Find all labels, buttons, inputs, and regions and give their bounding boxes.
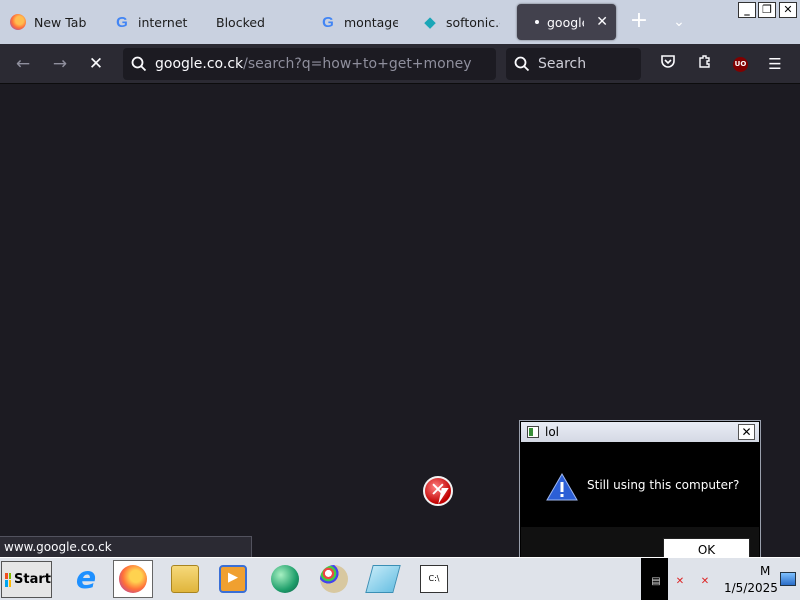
taskbar-firefox[interactable] (113, 560, 153, 598)
firefox-icon (119, 565, 147, 593)
warning-icon (546, 473, 578, 501)
paint-icon (320, 565, 348, 593)
new-tab-button[interactable]: + (626, 8, 652, 36)
taskbar-command-prompt[interactable]: C:\ (414, 560, 454, 598)
app-icon (527, 426, 539, 438)
search-bar[interactable]: Search (506, 48, 641, 80)
tab-google-active[interactable]: google.c ✕ (517, 4, 616, 40)
taskbar-paint[interactable] (314, 560, 354, 598)
back-button[interactable]: ← (9, 50, 37, 78)
search-placeholder: Search (538, 56, 587, 72)
tab-internet-explorer[interactable]: G internet ex (106, 4, 198, 40)
internet-explorer-icon: e (75, 561, 97, 596)
restore-button[interactable]: ❐ (758, 2, 776, 18)
tab-strip: New Tab G internet ex Blocked G montage … (0, 0, 800, 44)
url-path: /search?q=how+to+get+money (243, 56, 472, 72)
taskbar-notepad[interactable] (363, 560, 403, 598)
taskbar: Start e ▶ C:\ ▤ ✕ ✕ M 1/5/2025 (0, 557, 800, 600)
network-icon[interactable]: ▤ (649, 575, 663, 589)
dialog-titlebar[interactable]: lol ✕ (521, 422, 759, 442)
softonic-icon: ◆ (424, 13, 436, 31)
clock-time: M (760, 564, 771, 578)
google-icon: G (116, 13, 128, 31)
media-player-icon: ▶ (219, 565, 247, 593)
forward-button[interactable]: → (46, 50, 74, 78)
status-text: www.google.co.ck (0, 536, 252, 557)
tab-new-tab[interactable]: New Tab (2, 4, 102, 40)
start-label: Start (14, 572, 51, 587)
close-window-button[interactable]: ✕ (779, 2, 797, 18)
tab-label: montage p (344, 14, 398, 30)
list-tabs-button[interactable]: ⌄ (666, 8, 692, 36)
tab-label: google.c (547, 14, 584, 30)
taskbar-file-explorer[interactable] (165, 560, 205, 598)
system-tray: ▤ ✕ ✕ M 1/5/2025 (641, 558, 800, 600)
search-icon (514, 56, 530, 72)
taskbar-browser-globe[interactable] (265, 560, 305, 598)
tab-blocked[interactable]: Blocked (208, 4, 308, 40)
firefox-icon (10, 14, 26, 30)
notepad-icon (365, 565, 401, 593)
tray-error-icon[interactable]: ✕ (698, 575, 712, 589)
file-explorer-icon (171, 565, 199, 593)
clock-date[interactable]: 1/5/2025 (724, 581, 778, 595)
url-bar[interactable]: google.co.ck /search?q=how+to+get+money (123, 48, 496, 80)
tab-label: internet ex (138, 14, 190, 30)
url-host: google.co.ck (155, 56, 244, 72)
ublock-icon[interactable]: UO (733, 57, 748, 72)
dialog-title: lol (545, 425, 560, 439)
taskbar-media-player[interactable]: ▶ (213, 560, 253, 598)
close-tab-icon[interactable]: ✕ (596, 14, 608, 30)
message-dialog: lol ✕ Still using this computer? OK (519, 420, 761, 579)
stop-button[interactable]: ✕ (82, 50, 110, 78)
google-icon: G (322, 13, 334, 31)
tab-label: softonic.co (446, 14, 500, 30)
pocket-icon[interactable] (656, 52, 680, 76)
loading-dot-icon (535, 20, 539, 24)
tab-montage[interactable]: G montage p (312, 4, 406, 40)
windows-logo-icon (5, 572, 12, 587)
tray-error-icon[interactable]: ✕ (673, 575, 687, 589)
show-desktop-icon[interactable] (780, 572, 796, 586)
search-icon (131, 56, 147, 72)
menu-icon[interactable]: ☰ (763, 52, 787, 76)
browser-globe-icon (271, 565, 299, 593)
taskbar-internet-explorer[interactable]: e (66, 560, 106, 598)
tab-label: Blocked (216, 14, 265, 30)
command-prompt-icon: C:\ (420, 565, 448, 593)
tab-softonic[interactable]: ◆ softonic.co (414, 4, 508, 40)
tab-label: New Tab (34, 14, 87, 30)
minimize-button[interactable]: _ (738, 2, 756, 18)
dialog-message: Still using this computer? (587, 478, 740, 492)
start-button[interactable]: Start (1, 561, 52, 598)
extensions-icon[interactable] (693, 52, 717, 76)
dialog-close-button[interactable]: ✕ (738, 424, 755, 440)
nav-toolbar: ← → ✕ google.co.ck /search?q=how+to+get+… (0, 44, 800, 84)
